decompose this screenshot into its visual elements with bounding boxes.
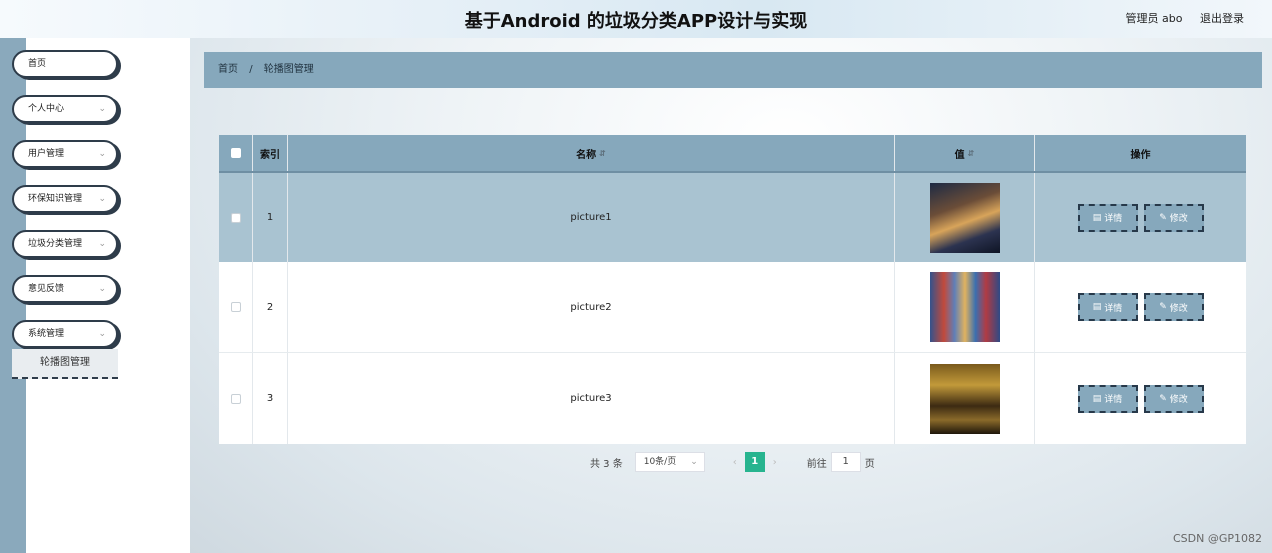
detail-button[interactable]: ▤ 详情 xyxy=(1077,203,1138,232)
col-header-name[interactable]: 名称 ⇵ xyxy=(288,135,895,171)
detail-button-label: 详情 xyxy=(1104,303,1123,314)
edit-button-label: 修改 xyxy=(1169,214,1188,224)
main-content: 首页 / 轮播图管理 索引 名称 ⇵ 值 ⇵ 操作 1 picture1 ▤ 详… xyxy=(190,38,1272,553)
row-actions: ▤ 详情 ✎ 修改 xyxy=(1035,262,1246,352)
detail-button[interactable]: ▤ 详情 xyxy=(1077,293,1138,321)
thumbnail-image xyxy=(929,182,1000,253)
chevron-down-icon: ⌄ xyxy=(98,329,106,339)
current-user: 管理员 abo xyxy=(1125,12,1183,25)
sidebar: 首页 个人中心 ⌄ 用户管理 ⌄ 环保知识管理 ⌄ 垃圾分类管理 ⌄ 意见反馈 … xyxy=(12,38,190,553)
row-index: 3 xyxy=(253,353,288,444)
sidebar-item-label: 意见反馈 xyxy=(28,284,65,294)
row-value xyxy=(895,173,1035,262)
col-header-name-label: 名称 xyxy=(576,149,597,161)
document-icon: ▤ xyxy=(1092,302,1102,312)
chevron-down-icon: ⌄ xyxy=(98,104,106,114)
edit-button[interactable]: ✎ 修改 xyxy=(1143,384,1204,413)
sidebar-item-personal-center[interactable]: 个人中心 ⌄ xyxy=(12,95,118,123)
edit-button-label: 修改 xyxy=(1169,303,1188,314)
row-actions: ▤ 详情 ✎ 修改 xyxy=(1035,173,1246,262)
col-header-value-label: 值 xyxy=(954,149,965,161)
sidebar-item-eco-knowledge[interactable]: 环保知识管理 ⌄ xyxy=(12,185,118,213)
edit-button[interactable]: ✎ 修改 xyxy=(1143,293,1204,321)
edit-button-label: 修改 xyxy=(1169,395,1188,405)
row-name: picture2 xyxy=(288,262,895,352)
sidebar-item-label: 垃圾分类管理 xyxy=(28,239,83,249)
breadcrumb-separator: / xyxy=(249,64,253,75)
sidebar-item-feedback[interactable]: 意见反馈 ⌄ xyxy=(12,275,118,303)
thumbnail-image xyxy=(929,272,1000,342)
select-all-checkbox[interactable] xyxy=(230,148,241,158)
table-row[interactable]: 2 picture2 ▤ 详情 ✎ 修改 xyxy=(219,262,1246,353)
row-select-cell xyxy=(219,353,253,444)
pencil-icon: ✎ xyxy=(1159,212,1167,223)
chevron-down-icon: ⌄ xyxy=(98,239,106,249)
sidebar-item-home[interactable]: 首页 xyxy=(12,50,118,78)
page-size-select[interactable]: 10条/页 ⌄ xyxy=(634,452,705,472)
chevron-down-icon: ⌄ xyxy=(690,457,698,467)
app-title: 基于Android 的垃圾分类APP设计与实现 xyxy=(464,11,808,32)
logout-link[interactable]: 退出登录 xyxy=(1200,12,1244,25)
breadcrumb-current: 轮播图管理 xyxy=(263,64,314,75)
chevron-down-icon: ⌄ xyxy=(98,194,106,204)
col-header-index: 索引 xyxy=(253,135,288,171)
page-size-value: 10条/页 xyxy=(643,457,677,467)
pencil-icon: ✎ xyxy=(1159,393,1167,404)
document-icon: ▤ xyxy=(1092,393,1102,404)
pagination: 共 3 条 10条/页 ⌄ ‹ 1 › 前往 1 页 xyxy=(590,452,875,472)
prev-page-icon[interactable]: ‹ xyxy=(733,457,737,468)
top-header: 基于Android 的垃圾分类APP设计与实现 管理员 abo 退出登录 xyxy=(0,0,1272,38)
row-index: 1 xyxy=(253,173,288,262)
sidebar-item-label: 系统管理 xyxy=(28,329,65,339)
breadcrumb: 首页 / 轮播图管理 xyxy=(204,52,1262,88)
table-row[interactable]: 3 picture3 ▤ 详情 ✎ 修改 xyxy=(219,353,1246,444)
detail-button[interactable]: ▤ 详情 xyxy=(1077,384,1138,413)
pencil-icon: ✎ xyxy=(1159,302,1167,312)
detail-button-label: 详情 xyxy=(1104,395,1123,405)
row-value xyxy=(895,262,1035,352)
thumbnail-image xyxy=(929,363,1000,434)
breadcrumb-home[interactable]: 首页 xyxy=(218,64,238,75)
user-area: 管理员 abo 退出登录 xyxy=(1112,10,1244,26)
page-suffix: 页 xyxy=(864,458,875,470)
sidebar-item-label: 首页 xyxy=(28,59,47,69)
row-checkbox[interactable] xyxy=(230,393,241,404)
row-name: picture3 xyxy=(288,353,895,444)
row-checkbox[interactable] xyxy=(230,212,241,223)
chevron-down-icon: ⌄ xyxy=(98,149,106,159)
row-index: 2 xyxy=(253,262,288,352)
page-number-active[interactable]: 1 xyxy=(744,452,765,472)
sidebar-item-label: 环保知识管理 xyxy=(28,194,83,204)
col-header-actions: 操作 xyxy=(1130,149,1151,161)
sort-icon[interactable]: ⇵ xyxy=(968,149,975,158)
goto-page-input[interactable]: 1 xyxy=(830,452,861,472)
row-checkbox[interactable] xyxy=(230,302,241,312)
sidebar-item-users[interactable]: 用户管理 ⌄ xyxy=(12,140,118,168)
detail-button-label: 详情 xyxy=(1104,214,1123,224)
carousel-table: 索引 名称 ⇵ 值 ⇵ 操作 1 picture1 ▤ 详情 ✎ 修改 2 pi… xyxy=(219,135,1246,444)
row-select-cell xyxy=(219,173,253,262)
document-icon: ▤ xyxy=(1092,212,1102,223)
row-value xyxy=(895,353,1035,444)
sidebar-item-label: 个人中心 xyxy=(28,104,65,114)
header-select-cell xyxy=(219,135,253,171)
goto-label: 前往 xyxy=(806,458,827,470)
sidebar-item-waste-category[interactable]: 垃圾分类管理 ⌄ xyxy=(12,230,118,258)
sidebar-item-label: 用户管理 xyxy=(28,149,65,159)
sidebar-subitem-carousel[interactable]: 轮播图管理 xyxy=(12,349,118,379)
sidebar-item-system[interactable]: 系统管理 ⌄ xyxy=(12,320,118,348)
row-actions: ▤ 详情 ✎ 修改 xyxy=(1035,353,1246,444)
total-count: 共 3 条 xyxy=(590,458,623,470)
chevron-down-icon: ⌄ xyxy=(98,284,106,294)
sort-icon[interactable]: ⇵ xyxy=(599,149,606,158)
row-select-cell xyxy=(219,262,253,352)
edit-button[interactable]: ✎ 修改 xyxy=(1143,203,1204,232)
col-header-value[interactable]: 值 ⇵ xyxy=(895,135,1035,171)
next-page-icon[interactable]: › xyxy=(773,457,777,468)
table-row[interactable]: 1 picture1 ▤ 详情 ✎ 修改 xyxy=(219,173,1246,262)
watermark: CSDN @GP1082 xyxy=(1172,532,1262,545)
row-name: picture1 xyxy=(288,173,895,262)
table-header: 索引 名称 ⇵ 值 ⇵ 操作 xyxy=(219,135,1246,173)
